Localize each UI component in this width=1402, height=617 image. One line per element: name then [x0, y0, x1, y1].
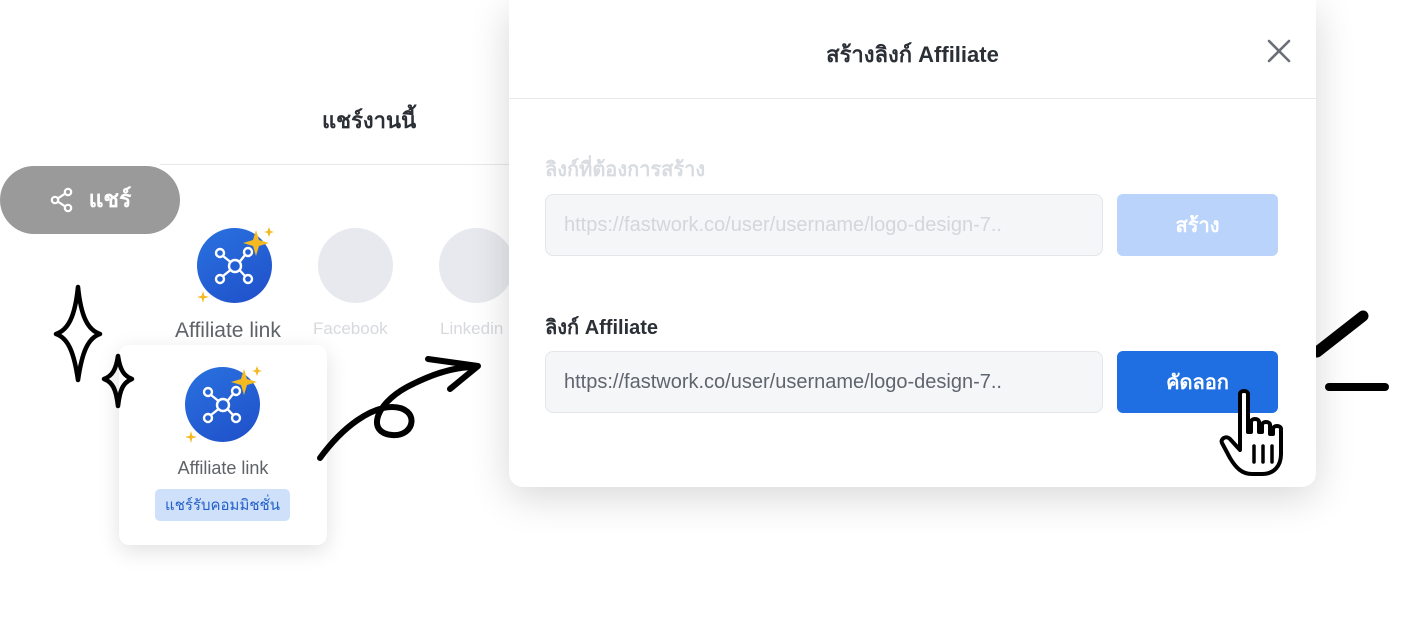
- affiliate-card-sparkle-small-icon: [185, 431, 197, 443]
- sparkle-icon: [243, 227, 274, 256]
- source-link-label: ลิงก์ที่ต้องการสร้าง: [545, 159, 706, 181]
- facebook-icon[interactable]: [318, 228, 393, 303]
- close-button[interactable]: [1265, 37, 1293, 65]
- share-icon: [49, 187, 75, 213]
- affiliate-card[interactable]: Affiliate link แชร์รับคอมมิชชั่น: [119, 345, 327, 545]
- source-link-value: https://fastwork.co/user/username/logo-d…: [564, 213, 1002, 236]
- hand-cursor-icon: [1219, 389, 1283, 476]
- sparkle-small-icon: [197, 291, 209, 303]
- share-option-linkedin-label: Linkedin: [440, 319, 504, 338]
- share-panel-title: แชร์งานนี้: [322, 108, 417, 133]
- source-link-input[interactable]: https://fastwork.co/user/username/logo-d…: [545, 194, 1103, 256]
- share-option-facebook-label: Facebook: [313, 319, 388, 338]
- close-icon: [1267, 39, 1291, 63]
- linkedin-icon[interactable]: [439, 228, 514, 303]
- create-affiliate-modal: สร้างลิงก์ Affiliate ลิงก์ที่ต้องการสร้า…: [509, 0, 1316, 487]
- share-button[interactable]: แชร์: [0, 166, 180, 234]
- affiliate-link-label: ลิงก์ Affiliate: [545, 317, 659, 339]
- create-button[interactable]: สร้าง: [1117, 194, 1278, 256]
- affiliate-card-sparkle-icon: [231, 366, 262, 395]
- commission-badge: แชร์รับคอมมิชชั่น: [155, 489, 290, 521]
- affiliate-link-input[interactable]: https://fastwork.co/user/username/logo-d…: [545, 351, 1103, 413]
- share-panel-divider: [160, 164, 520, 165]
- share-option-affiliate-label: Affiliate link: [175, 319, 281, 342]
- affiliate-card-label: Affiliate link: [177, 458, 269, 478]
- modal-divider: [509, 98, 1316, 99]
- affiliate-link-value: https://fastwork.co/user/username/logo-d…: [564, 370, 1002, 393]
- curved-arrow-icon: [317, 356, 481, 461]
- share-button-label: แชร์: [88, 186, 132, 212]
- sparkle-doodle-icon: [53, 284, 135, 409]
- modal-title: สร้างลิงก์ Affiliate: [826, 42, 999, 67]
